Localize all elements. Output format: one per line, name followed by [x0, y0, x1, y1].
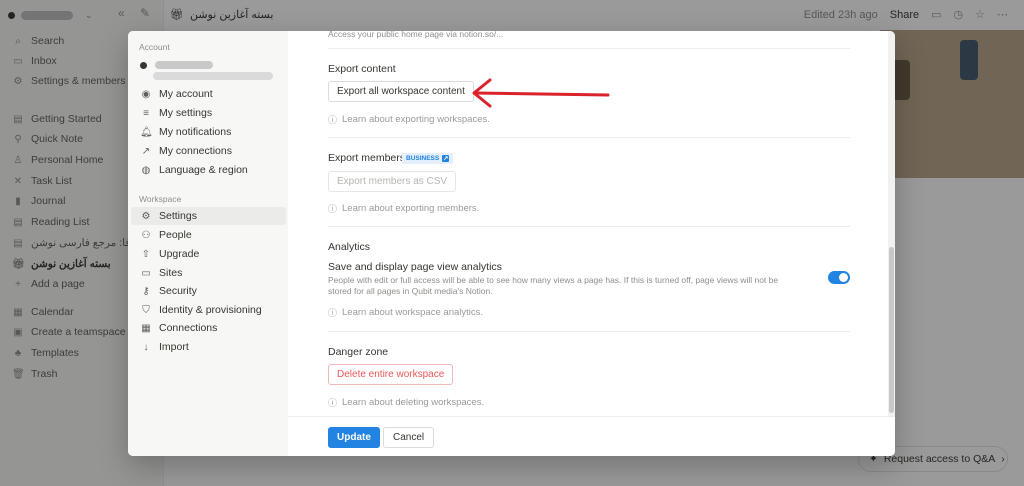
divider: [328, 331, 850, 332]
export-members-csv-button[interactable]: Export members as CSV: [328, 171, 457, 192]
delete-workspace-button[interactable]: Delete entire workspace: [328, 364, 454, 385]
settings-sidebar: Account ◉ My account ≡ My settings 🔔︎ My no…: [128, 31, 288, 456]
user-avatar: [140, 61, 147, 69]
learn-workspace-analytics-link[interactable]: ⓘ Learn about workspace analytics.: [328, 306, 483, 319]
divider: [328, 226, 850, 227]
settings-item-language-region[interactable]: ◍ Language & region: [131, 161, 286, 179]
user-name-redacted: [155, 61, 213, 69]
help-icon: ⓘ: [328, 115, 338, 125]
danger-zone-title: Danger zone: [328, 346, 389, 358]
gear-icon: ⚙: [141, 210, 151, 222]
settings-item-people[interactable]: ⚇ People: [131, 226, 286, 244]
cancel-button[interactable]: Cancel: [383, 427, 435, 448]
user-email-redacted: [153, 72, 273, 80]
business-badge: BUSINESS ↗: [402, 153, 454, 164]
settings-footer: Update Cancel: [288, 416, 895, 456]
analytics-setting-label: Save and display page view analytics: [328, 261, 502, 273]
settings-item-sites[interactable]: ▭ Sites: [131, 264, 286, 282]
clipped-public-home-text: Access your public home page via notion.…: [328, 31, 504, 39]
account-section-label: Account: [139, 42, 170, 52]
sites-icon: ▭: [141, 267, 151, 279]
toggle-knob: [839, 273, 848, 282]
settings-item-my-account[interactable]: ◉ My account: [131, 85, 286, 103]
analytics-toggle[interactable]: [828, 271, 850, 284]
sliders-icon: ≡: [143, 107, 149, 119]
settings-item-my-settings[interactable]: ≡ My settings: [131, 104, 286, 122]
export-content-title: Export content: [328, 63, 396, 75]
settings-item-import[interactable]: ↓ Import: [131, 338, 286, 356]
help-icon: ⓘ: [328, 398, 338, 408]
shield-icon: ⛉: [142, 304, 150, 316]
learn-deleting-workspaces-link[interactable]: ⓘ Learn about deleting workspaces.: [328, 396, 484, 409]
analytics-title: Analytics: [328, 241, 371, 253]
annotation-arrow: [472, 78, 610, 108]
workspace-section-label: Workspace: [139, 194, 182, 204]
settings-item-my-connections[interactable]: ↗ My connections: [131, 142, 286, 160]
scrollbar-thumb[interactable]: [889, 247, 894, 413]
settings-item-my-notifications[interactable]: 🔔︎ My notifications: [131, 123, 286, 141]
account-user: [140, 61, 213, 69]
settings-item-connections[interactable]: ▦ Connections: [131, 319, 286, 337]
settings-item-settings[interactable]: ⚙ Settings: [131, 207, 286, 225]
divider: [328, 137, 850, 138]
globe-icon: ◍: [141, 164, 151, 176]
grid-icon: ▦: [141, 322, 151, 334]
analytics-description: People with edit or full access will be …: [328, 275, 779, 296]
user-circle-icon: ◉: [141, 88, 151, 100]
key-icon: ⚷: [142, 285, 150, 297]
settings-item-security[interactable]: ⚷ Security: [131, 282, 286, 300]
download-icon: ↓: [143, 341, 149, 353]
help-icon: ⓘ: [328, 204, 338, 214]
settings-item-identity[interactable]: ⛉ Identity & provisioning: [131, 301, 286, 319]
upgrade-icon: ⇧: [141, 248, 151, 260]
bell-icon: 🔔︎: [140, 126, 153, 138]
learn-exporting-members-link[interactable]: ⓘ Learn about exporting members.: [328, 202, 479, 215]
export-all-content-button[interactable]: Export all workspace content: [328, 81, 474, 102]
export-members-title: Export members: [328, 152, 406, 164]
learn-exporting-workspaces-link[interactable]: ⓘ Learn about exporting workspaces.: [328, 113, 490, 126]
plan-icon: ↗: [442, 155, 450, 162]
divider: [328, 48, 850, 49]
update-button[interactable]: Update: [328, 427, 380, 448]
help-icon: ⓘ: [328, 308, 338, 318]
people-icon: ⚇: [141, 229, 151, 241]
settings-item-upgrade[interactable]: ⇧ Upgrade: [131, 245, 286, 263]
link-out-icon: ↗: [141, 145, 151, 157]
